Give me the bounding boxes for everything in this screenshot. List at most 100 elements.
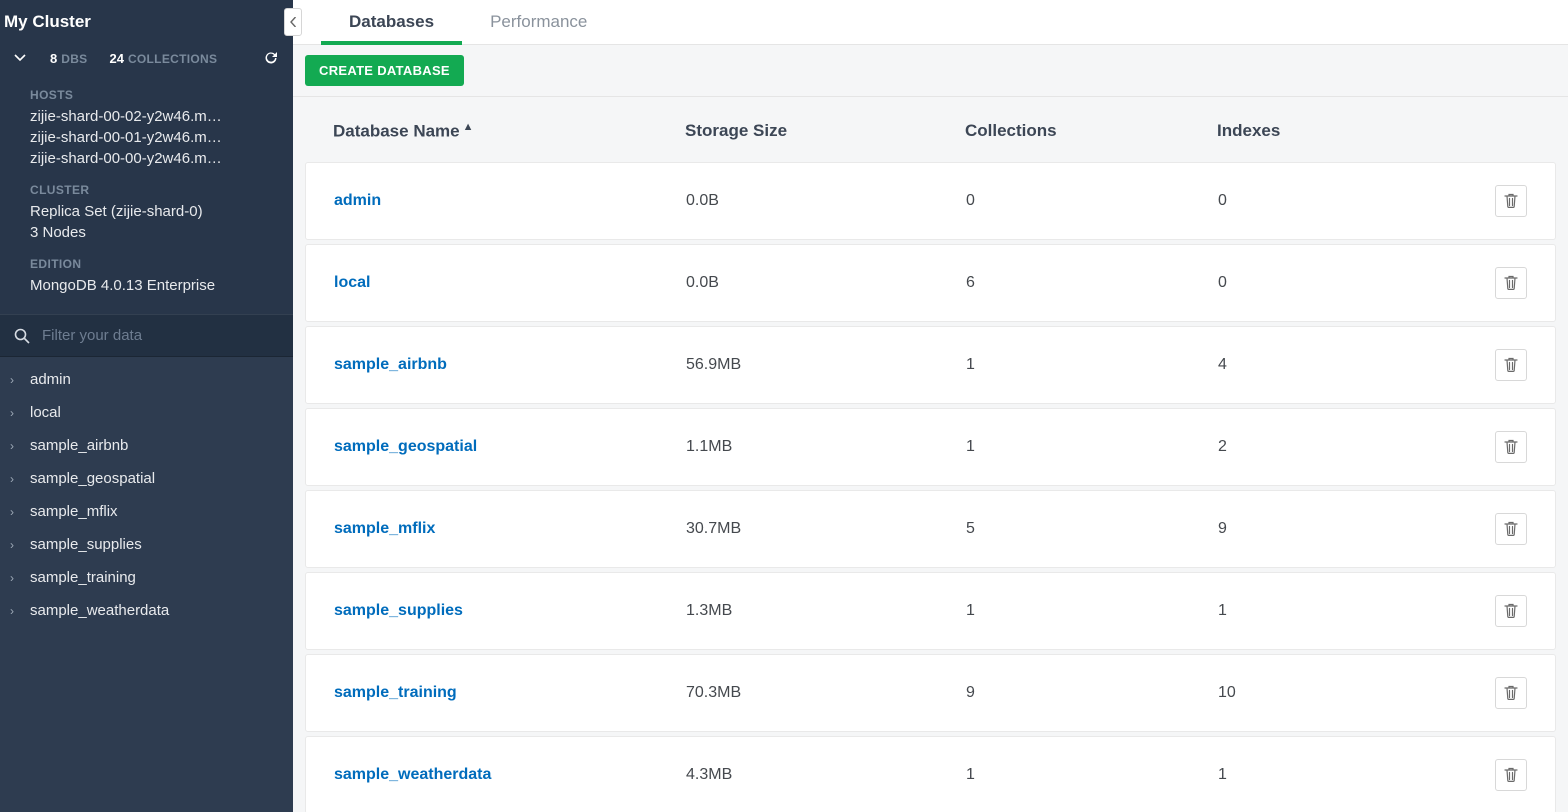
delete-database-button[interactable]: [1495, 267, 1527, 299]
trash-icon: [1504, 439, 1518, 454]
stat-dbs-label: DBS: [61, 52, 87, 66]
cell-indexes: 2: [1218, 438, 1467, 456]
sidebar-db-item[interactable]: ›local: [0, 396, 293, 429]
tab-performance[interactable]: Performance: [462, 0, 615, 44]
stat-dbs: 8 DBS: [50, 51, 87, 66]
cell-storage: 4.3MB: [686, 766, 966, 784]
sidebar-collapse-button[interactable]: [284, 8, 302, 36]
stat-collections-label: COLLECTIONS: [128, 52, 217, 66]
cell-indexes: 10: [1218, 684, 1467, 702]
stat-collections: 24 COLLECTIONS: [109, 51, 217, 66]
cluster-stats-row[interactable]: 8 DBS 24 COLLECTIONS: [0, 42, 293, 74]
trash-icon: [1504, 521, 1518, 536]
column-header-collections[interactable]: Collections: [965, 121, 1217, 142]
edition-section-label: EDITION: [0, 243, 293, 275]
chevron-right-icon: ›: [10, 439, 20, 453]
sidebar-db-label: sample_geospatial: [30, 470, 155, 487]
filter-input[interactable]: [34, 321, 283, 350]
refresh-icon[interactable]: [263, 50, 279, 66]
delete-database-button[interactable]: [1495, 677, 1527, 709]
cell-indexes: 0: [1218, 274, 1467, 292]
column-name-label: Database Name: [333, 122, 460, 141]
database-link[interactable]: sample_airbnb: [334, 356, 447, 373]
cell-storage: 1.3MB: [686, 602, 966, 620]
trash-icon: [1504, 275, 1518, 290]
sidebar-db-label: admin: [30, 371, 71, 388]
sidebar-db-item[interactable]: ›sample_mflix: [0, 495, 293, 528]
cell-collections: 9: [966, 684, 1218, 702]
sidebar-db-label: sample_weatherdata: [30, 602, 169, 619]
sidebar-db-item[interactable]: › sample_airbnb: [0, 429, 293, 462]
cell-collections: 1: [966, 602, 1218, 620]
sidebar-db-item[interactable]: ›admin: [0, 363, 293, 396]
chevron-down-icon: [14, 53, 28, 63]
delete-database-button[interactable]: [1495, 431, 1527, 463]
table-row: admin0.0B00: [305, 162, 1556, 240]
database-link[interactable]: sample_mflix: [334, 520, 435, 537]
filter-row: [0, 314, 293, 357]
host-item[interactable]: zijie-shard-00-00-y2w46.m…: [0, 148, 293, 169]
chevron-left-icon: [290, 17, 297, 27]
trash-icon: [1504, 767, 1518, 782]
edition-value: MongoDB 4.0.13 Enterprise: [0, 275, 293, 296]
cell-storage: 30.7MB: [686, 520, 966, 538]
sidebar: My Cluster 8 DBS 24 COLLECTIONS HOSTS zi…: [0, 0, 293, 812]
sidebar-db-label: local: [30, 404, 61, 421]
table-row: sample_geospatial1.1MB12: [305, 408, 1556, 486]
table-row: sample_mflix30.7MB59: [305, 490, 1556, 568]
cell-indexes: 4: [1218, 356, 1467, 374]
sidebar-db-item[interactable]: › sample_weatherdata: [0, 594, 293, 627]
database-link[interactable]: local: [334, 274, 370, 291]
table-header-row: Database Name▲ Storage Size Collections …: [305, 97, 1556, 162]
chevron-right-icon: ›: [10, 604, 20, 618]
sidebar-db-label: sample_supplies: [30, 536, 142, 553]
tab-databases[interactable]: Databases: [321, 0, 462, 44]
sidebar-db-item[interactable]: ›sample_geospatial: [0, 462, 293, 495]
trash-icon: [1504, 685, 1518, 700]
cell-collections: 1: [966, 766, 1218, 784]
sidebar-db-item[interactable]: ›sample_training: [0, 561, 293, 594]
main-content: Databases Performance CREATE DATABASE Da…: [293, 0, 1568, 812]
delete-database-button[interactable]: [1495, 759, 1527, 791]
sidebar-db-label: sample_airbnb: [30, 437, 128, 454]
cell-indexes: 1: [1218, 766, 1467, 784]
cell-storage: 70.3MB: [686, 684, 966, 702]
delete-database-button[interactable]: [1495, 513, 1527, 545]
database-link[interactable]: sample_supplies: [334, 602, 463, 619]
database-link[interactable]: sample_training: [334, 684, 457, 701]
cell-collections: 6: [966, 274, 1218, 292]
cell-indexes: 0: [1218, 192, 1467, 210]
database-link[interactable]: sample_weatherdata: [334, 766, 491, 783]
database-link[interactable]: admin: [334, 192, 381, 209]
cell-collections: 1: [966, 356, 1218, 374]
database-table: Database Name▲ Storage Size Collections …: [293, 97, 1568, 812]
delete-database-button[interactable]: [1495, 595, 1527, 627]
stat-collections-count: 24: [109, 51, 123, 66]
delete-database-button[interactable]: [1495, 185, 1527, 217]
column-header-storage[interactable]: Storage Size: [685, 121, 965, 142]
cell-storage: 0.0B: [686, 192, 966, 210]
table-row: sample_supplies1.3MB11: [305, 572, 1556, 650]
cell-indexes: 9: [1218, 520, 1467, 538]
table-row: local0.0B60: [305, 244, 1556, 322]
host-item[interactable]: zijie-shard-00-01-y2w46.m…: [0, 127, 293, 148]
table-row: sample_airbnb56.9MB14: [305, 326, 1556, 404]
host-item[interactable]: zijie-shard-00-02-y2w46.m…: [0, 106, 293, 127]
cluster-name: Replica Set (zijie-shard-0): [0, 201, 293, 222]
chevron-right-icon: ›: [10, 571, 20, 585]
search-icon: [10, 328, 34, 344]
column-header-name[interactable]: Database Name▲: [333, 121, 685, 142]
create-database-button[interactable]: CREATE DATABASE: [305, 55, 464, 86]
sidebar-db-label: sample_mflix: [30, 503, 118, 520]
column-header-indexes[interactable]: Indexes: [1217, 121, 1468, 142]
chevron-right-icon: ›: [10, 538, 20, 552]
delete-database-button[interactable]: [1495, 349, 1527, 381]
cluster-title: My Cluster: [0, 0, 293, 42]
sidebar-db-item[interactable]: › sample_supplies: [0, 528, 293, 561]
cell-indexes: 1: [1218, 602, 1467, 620]
stat-dbs-count: 8: [50, 51, 57, 66]
cluster-nodes: 3 Nodes: [0, 222, 293, 243]
action-bar: CREATE DATABASE: [293, 45, 1568, 97]
cell-collections: 0: [966, 192, 1218, 210]
database-link[interactable]: sample_geospatial: [334, 438, 477, 455]
